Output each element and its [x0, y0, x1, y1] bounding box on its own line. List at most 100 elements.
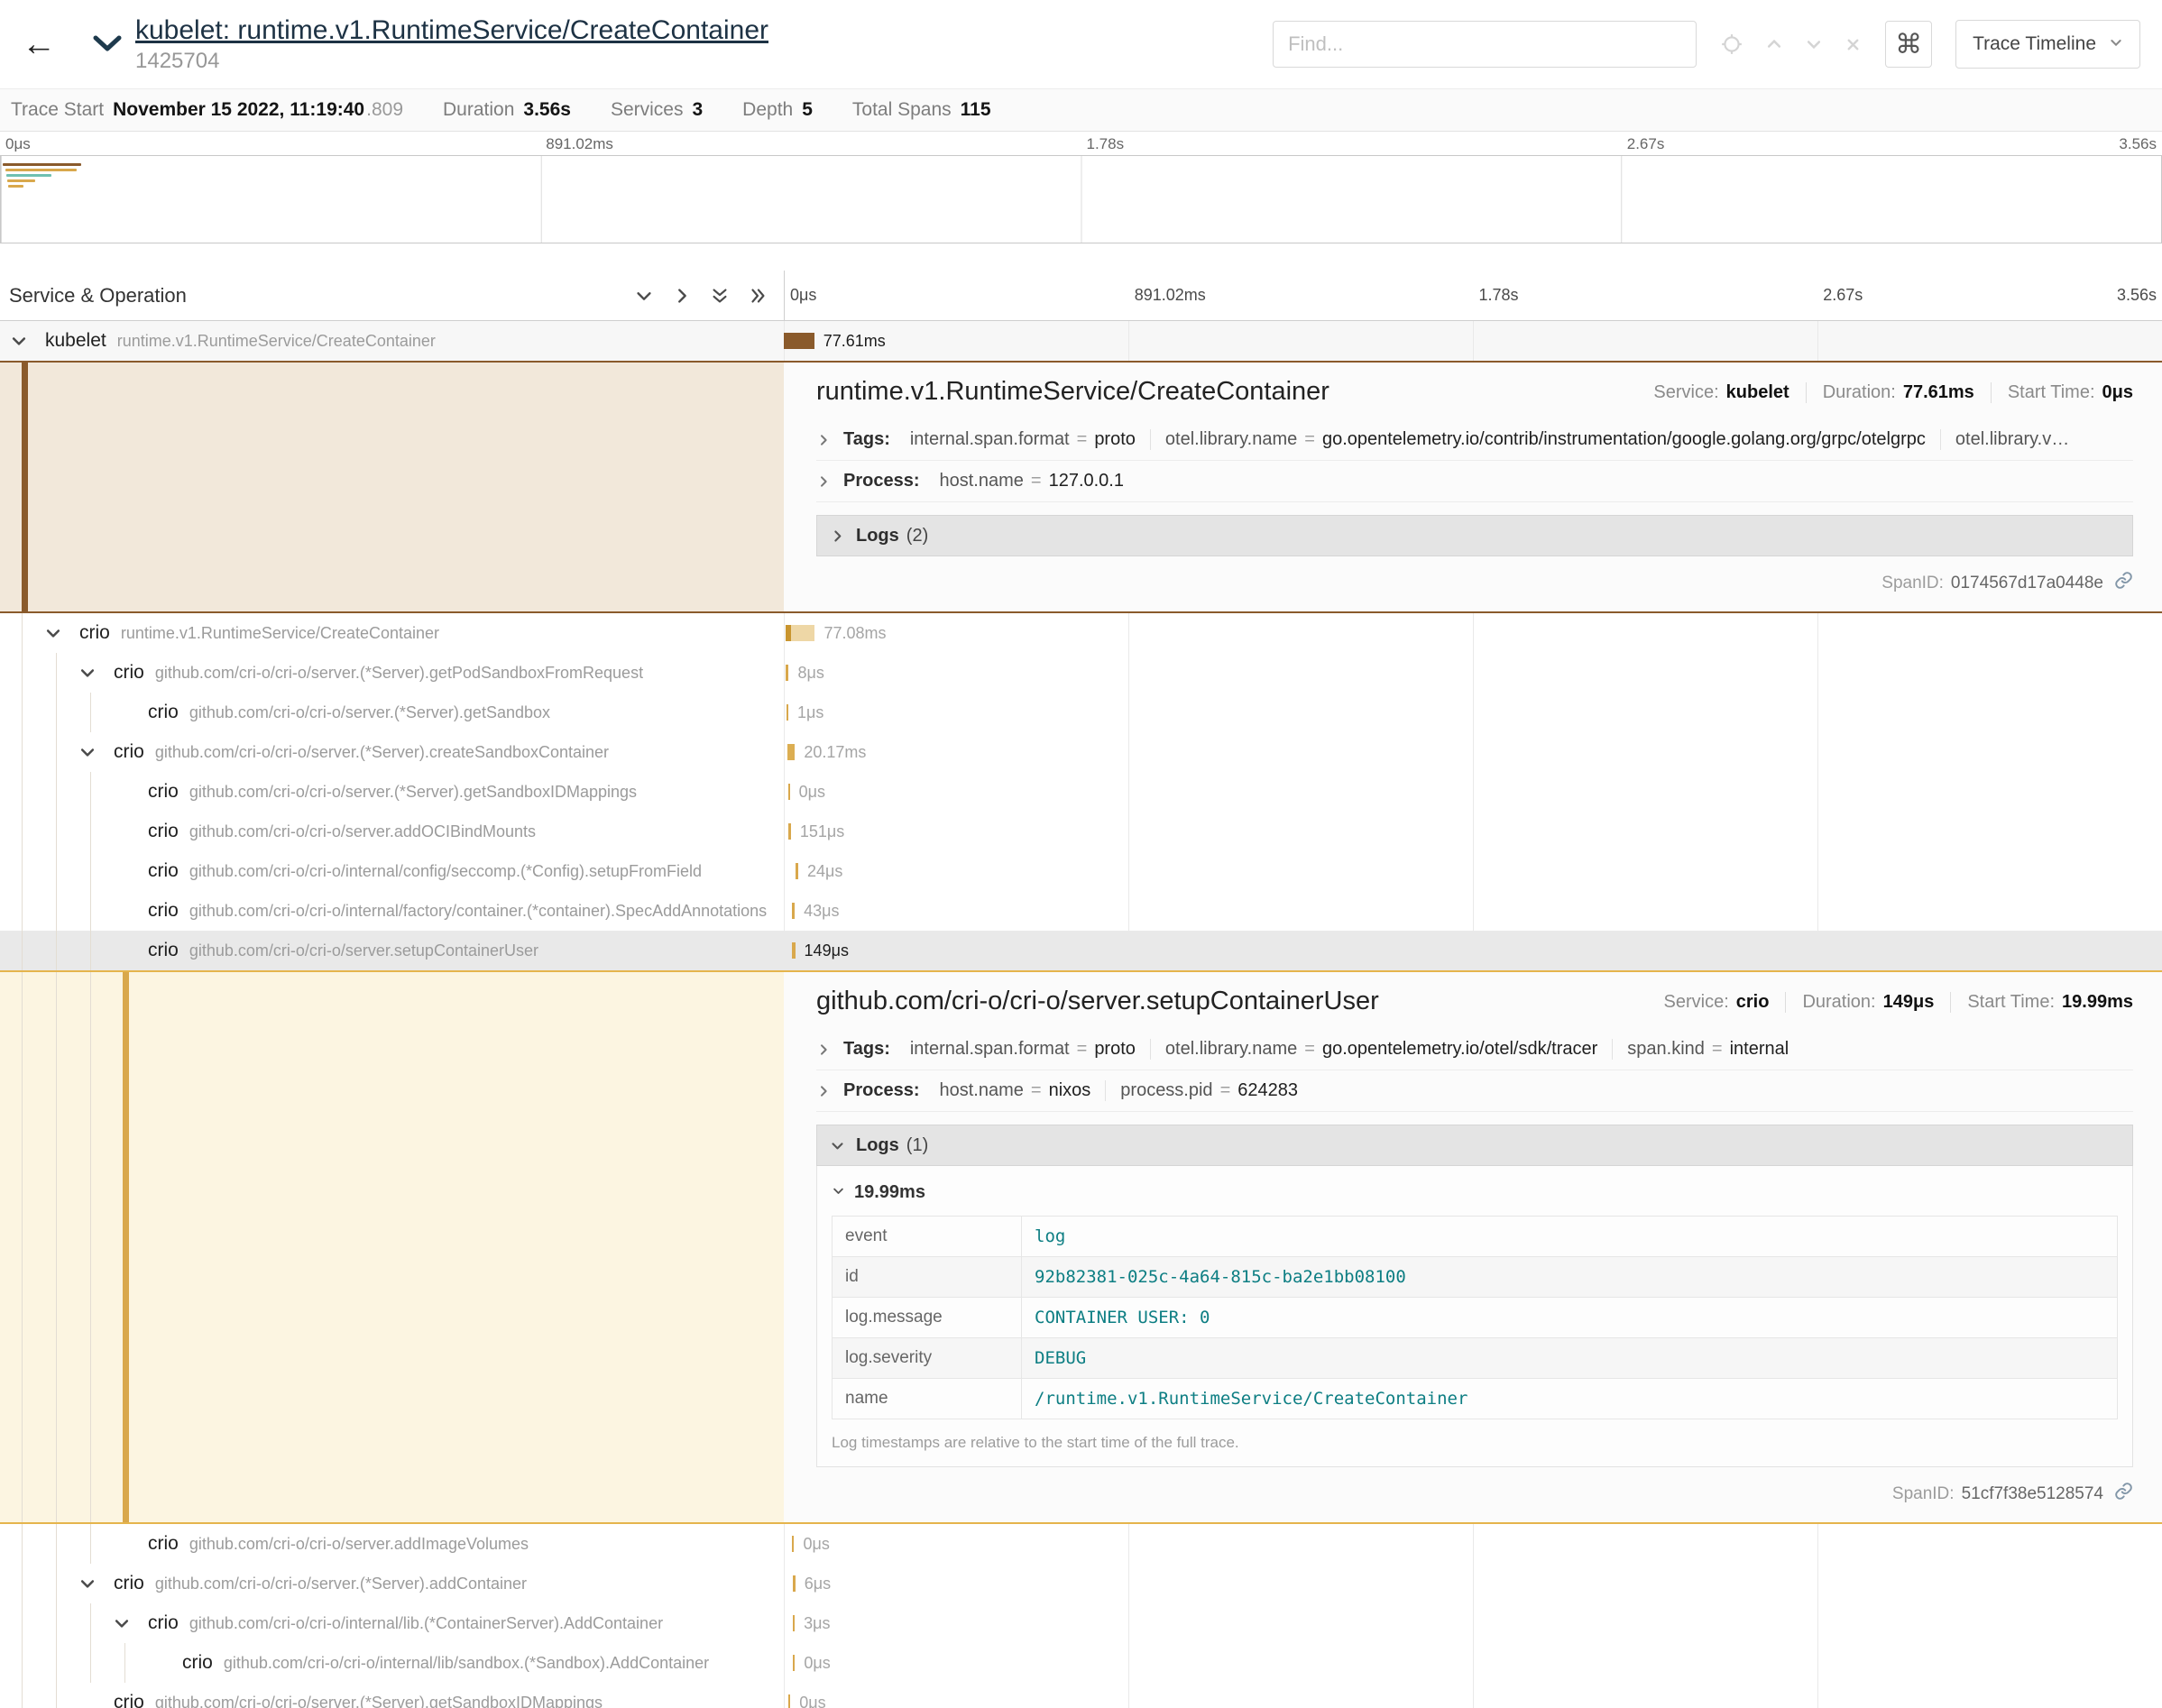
- operation-name: github.com/cri-o/cri-o/server.addOCIBind…: [189, 822, 536, 841]
- time-tick-label: 1.78s: [1087, 135, 1125, 153]
- span-timeline-cell: 77.61ms: [784, 321, 2162, 361]
- logs-toggle[interactable]: Logs(1): [816, 1125, 2133, 1166]
- trace-minimap[interactable]: [0, 155, 2162, 243]
- span-bar[interactable]: [792, 1536, 794, 1552]
- tag-item: internal.span.format=proto: [910, 429, 1136, 450]
- span-timeline-cell: 149μs: [784, 931, 2162, 970]
- collapse-span-icon[interactable]: [113, 1614, 131, 1632]
- span-row[interactable]: criogithub.com/cri-o/cri-o/server.addIma…: [0, 1524, 2162, 1564]
- span-row[interactable]: criogithub.com/cri-o/cri-o/server.(*Serv…: [0, 732, 2162, 772]
- operation-name: github.com/cri-o/cri-o/server.(*Server).…: [189, 783, 637, 802]
- span-row[interactable]: criogithub.com/cri-o/cri-o/server.addOCI…: [0, 812, 2162, 851]
- span-row[interactable]: criogithub.com/cri-o/cri-o/server.(*Serv…: [0, 772, 2162, 812]
- logs-toggle[interactable]: Logs(2): [816, 515, 2133, 556]
- link-icon[interactable]: [2111, 571, 2133, 595]
- collapse-span-icon[interactable]: [78, 1575, 97, 1593]
- tree-guide-line: [90, 1524, 91, 1564]
- span-timeline-cell: 151μs: [784, 812, 2162, 851]
- collapse-all-icon[interactable]: [710, 286, 730, 306]
- operation-name: github.com/cri-o/cri-o/server.(*Server).…: [189, 703, 550, 722]
- span-bar[interactable]: [788, 1694, 790, 1708]
- collapse-span-icon[interactable]: [44, 624, 62, 642]
- collapse-trace-header-icon[interactable]: [92, 34, 123, 54]
- span-row[interactable]: criogithub.com/cri-o/cri-o/server.(*Serv…: [0, 653, 2162, 693]
- span-duration-label: 43μs: [804, 902, 839, 921]
- span-detail-panel: github.com/cri-o/cri-o/server.setupConta…: [784, 972, 2162, 1522]
- span-bar[interactable]: [787, 704, 788, 721]
- span-row[interactable]: crio github.com/cri-o/cri-o/server.(*Serv…: [0, 693, 2162, 732]
- timeline-ruler: 0μs891.02ms1.78s2.67s3.56s: [784, 271, 2162, 320]
- log-entry-toggle[interactable]: 19.99ms: [832, 1175, 2118, 1216]
- trace-title-block: kubelet: runtime.v1.RuntimeService/Creat…: [135, 15, 768, 74]
- meta-item: Service:crio: [1664, 992, 1770, 1013]
- back-button[interactable]: ←: [22, 27, 56, 61]
- collapse-span-icon[interactable]: [78, 664, 97, 682]
- span-bar[interactable]: [786, 625, 815, 641]
- meta-item: Service:kubelet: [1653, 382, 1789, 403]
- tree-guide-line: [22, 693, 23, 732]
- locate-match-icon[interactable]: [1720, 32, 1743, 56]
- detail-kv-row[interactable]: Tags:internal.span.format=protootel.libr…: [816, 1029, 2133, 1070]
- span-row[interactable]: criogithub.com/cri-o/cri-o/internal/lib.…: [0, 1603, 2162, 1643]
- span-id-label: SpanID:: [1892, 1484, 1955, 1504]
- minimap-ticks: 0μs891.02ms1.78s2.67s3.56s: [0, 132, 2162, 155]
- tree-guide-line: [22, 891, 23, 931]
- span-row[interactable]: criogithub.com/cri-o/cri-o/internal/lib/…: [0, 1643, 2162, 1683]
- span-row[interactable]: criogithub.com/cri-o/cri-o/server.(*Serv…: [0, 1683, 2162, 1708]
- tree-guide-line: [90, 1603, 91, 1643]
- span-detail-meta: Service:kubeletDuration:77.61msStart Tim…: [1653, 377, 2133, 403]
- collapse-span-icon[interactable]: [78, 743, 97, 761]
- next-match-icon[interactable]: [1805, 35, 1823, 53]
- tree-guide-line: [22, 772, 23, 812]
- collapse-one-icon[interactable]: [634, 286, 654, 306]
- service-name: crio: [148, 702, 179, 723]
- span-duration-label: 0μs: [799, 783, 825, 802]
- expand-all-icon[interactable]: [748, 286, 768, 306]
- span-bar[interactable]: [792, 942, 796, 959]
- meta-item: Start Time:0μs: [1991, 382, 2133, 403]
- tree-guide-line: [90, 812, 91, 851]
- expand-one-icon[interactable]: [672, 286, 692, 306]
- span-id-row: SpanID:51cf7f38e5128574: [816, 1482, 2133, 1506]
- span-bar[interactable]: [788, 784, 790, 800]
- span-duration-label: 3μs: [804, 1614, 830, 1633]
- log-timestamp: 19.99ms: [854, 1182, 925, 1203]
- collapse-span-icon[interactable]: [10, 332, 28, 350]
- span-timeline-cell: 0μs: [784, 1524, 2162, 1564]
- chevron-down-icon: [832, 1182, 845, 1203]
- span-bar[interactable]: [786, 665, 788, 681]
- top-bar-right: ⌘ Trace Timeline: [1273, 20, 2140, 69]
- span-timeline-cell: 20.17ms: [784, 732, 2162, 772]
- clear-find-icon[interactable]: [1845, 36, 1862, 53]
- span-bar[interactable]: [788, 823, 791, 840]
- span-row[interactable]: criogithub.com/cri-o/cri-o/internal/fact…: [0, 891, 2162, 931]
- span-row[interactable]: criogithub.com/cri-o/cri-o/internal/conf…: [0, 851, 2162, 891]
- detail-kv-row[interactable]: Process:host.name=127.0.0.1: [816, 461, 2133, 502]
- span-bar[interactable]: [793, 1615, 795, 1631]
- span-bar[interactable]: [793, 1575, 796, 1592]
- span-bar[interactable]: [787, 744, 796, 760]
- detail-kv-row[interactable]: Tags:internal.span.format=protootel.libr…: [816, 419, 2133, 461]
- log-field-value: CONTAINER USER: 0: [1022, 1298, 2118, 1338]
- tag-item: internal.span.format=proto: [910, 1039, 1136, 1060]
- span-bar[interactable]: [792, 903, 795, 919]
- span-bar[interactable]: [796, 863, 798, 879]
- detail-kv-row[interactable]: Process:host.name=nixosprocess.pid=62428…: [816, 1070, 2133, 1112]
- time-tick-label: 2.67s: [1823, 286, 1863, 305]
- span-duration-label: 77.08ms: [823, 624, 886, 643]
- span-row[interactable]: kubeletruntime.v1.RuntimeService/CreateC…: [0, 321, 2162, 361]
- detail-tree-gutter: [0, 972, 784, 1522]
- span-row[interactable]: crioruntime.v1.RuntimeService/CreateCont…: [0, 613, 2162, 653]
- find-input[interactable]: [1273, 21, 1697, 68]
- trace-title[interactable]: kubelet: runtime.v1.RuntimeService/Creat…: [135, 15, 768, 45]
- view-selector-button[interactable]: Trace Timeline: [1955, 20, 2140, 69]
- span-row[interactable]: criogithub.com/cri-o/cri-o/server.setupC…: [0, 931, 2162, 970]
- span-bar[interactable]: [793, 1655, 795, 1671]
- tag-item: span.kind=internal: [1612, 1039, 1789, 1060]
- link-icon[interactable]: [2111, 1482, 2133, 1506]
- span-bar[interactable]: [784, 333, 814, 349]
- keyboard-shortcuts-button[interactable]: ⌘: [1885, 21, 1932, 68]
- prev-match-icon[interactable]: [1765, 35, 1783, 53]
- tree-guide-line: [22, 972, 23, 1522]
- span-row[interactable]: criogithub.com/cri-o/cri-o/server.(*Serv…: [0, 1564, 2162, 1603]
